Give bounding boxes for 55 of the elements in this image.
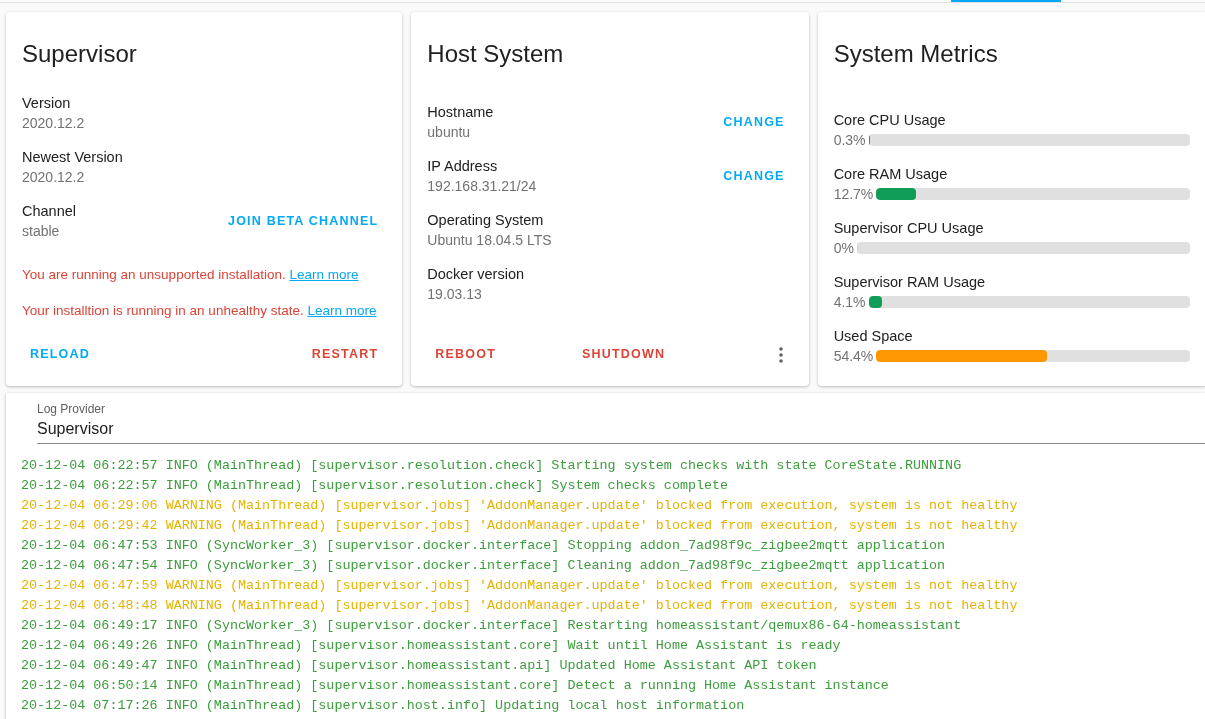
field-value: Ubuntu 18.04.5 LTS xyxy=(427,231,552,250)
metric-label: Used Space xyxy=(833,327,914,346)
log-line: 20-12-04 06:48:48 WARNING (MainThread) [supervisor.jobs] 'AddonManager.update' blocked from execution, system is not healthy xyxy=(21,597,1019,615)
field-value: 2020.12.2 xyxy=(22,114,85,133)
log-line: 20-12-04 06:22:57 INFO (MainThread) [supervisor.resolution.check] Starting system checks with state CoreState.RUNNING xyxy=(21,457,963,475)
text-button[interactable]: RELOAD xyxy=(22,339,98,370)
warning-text: You are running an unsupported installation. xyxy=(22,267,286,282)
text-button[interactable]: CHANGE xyxy=(715,106,793,138)
card-title: Supervisor xyxy=(21,39,138,69)
log-line: 20-12-04 06:47:59 WARNING (MainThread) [supervisor.jobs] 'AddonManager.update' blocked from execution, system is not healthy xyxy=(21,577,1019,595)
log-line: 20-12-04 06:49:47 INFO (MainThread) [supervisor.homeassistant.api] Updated Home Assistant API token xyxy=(21,657,818,675)
field-value: stable xyxy=(22,222,61,241)
field-label: IP Address xyxy=(427,157,499,176)
field-label: Operating System xyxy=(427,211,545,230)
metric-value: 12.7% xyxy=(833,185,874,204)
metric-label: Supervisor CPU Usage xyxy=(833,219,985,238)
field-value: 2020.12.2 xyxy=(22,168,86,187)
text-button[interactable]: REBOOT xyxy=(427,339,504,370)
log-line: 20-12-04 06:50:14 INFO (MainThread) [supervisor.homeassistant.core] Detect a running Home Assistant instance xyxy=(21,677,890,695)
warning-text: Your installtion is running in an unhealthy state. xyxy=(22,303,304,318)
metric-value: 4.1% xyxy=(833,293,866,312)
log-line: 20-12-04 06:29:42 WARNING (MainThread) [supervisor.jobs] 'AddonManager.update' blocked from execution, system is not healthy xyxy=(21,517,1019,535)
learn-more-link[interactable]: Learn more xyxy=(307,303,377,318)
log-provider-select[interactable]: Log Provider Supervisor xyxy=(37,402,1205,444)
log-line: 20-12-04 06:49:17 INFO (SyncWorker_3) [supervisor.docker.interface] Restarting homeassistant/qemux86-64-homeassistant xyxy=(21,617,963,635)
log-line: 20-12-04 06:22:57 INFO (MainThread) [supervisor.resolution.check] System checks complete xyxy=(21,477,730,495)
metric-value: 0.3% xyxy=(833,131,866,150)
card-title: System Metrics xyxy=(832,39,999,69)
metric-value: 54.4% xyxy=(833,347,874,366)
log-line: 20-12-04 06:29:06 WARNING (MainThread) [supervisor.jobs] 'AddonManager.update' blocked from execution, system is not healthy xyxy=(21,497,1019,515)
field-label: Channel xyxy=(22,202,76,221)
select-label: Log Provider xyxy=(37,402,107,416)
more-menu-icon[interactable] xyxy=(778,346,783,363)
field-label: Docker version xyxy=(427,265,524,284)
select-value: Supervisor xyxy=(37,419,115,439)
metric-label: Supervisor RAM Usage xyxy=(833,273,987,292)
text-button[interactable]: RESTART xyxy=(303,339,387,370)
field-label: Version xyxy=(22,94,72,113)
field-value: 19.03.13 xyxy=(427,285,483,304)
log-line: 20-12-04 06:47:53 INFO (SyncWorker_3) [supervisor.docker.interface] Stopping addon_7ad98f9c_zigbee2mqtt application xyxy=(21,537,947,555)
log-line: 20-12-04 06:49:26 INFO (MainThread) [supervisor.homeassistant.core] Wait until Home Assistant is ready xyxy=(21,637,842,655)
field-label: Hostname xyxy=(427,103,494,122)
metric-value: 0% xyxy=(833,239,854,258)
learn-more-link[interactable]: Learn more xyxy=(289,267,359,282)
text-button[interactable]: CHANGE xyxy=(715,160,793,192)
text-button[interactable]: SHUTDOWN xyxy=(574,339,674,370)
log-line: 20-12-04 07:17:26 INFO (MainThread) [supervisor.host.info] Updating local host information xyxy=(21,697,746,715)
text-button[interactable]: JOIN BETA CHANNEL xyxy=(220,205,387,237)
field-value: ubuntu xyxy=(427,123,472,142)
metric-label: Core RAM Usage xyxy=(833,165,949,184)
field-value: 192.168.31.21/24 xyxy=(427,177,537,196)
card-title: Host System xyxy=(426,39,565,69)
metric-label: Core CPU Usage xyxy=(833,111,947,130)
field-label: Newest Version xyxy=(22,148,123,167)
log-line: 20-12-04 06:47:54 INFO (SyncWorker_3) [supervisor.docker.interface] Cleaning addon_7ad98f9c_zigbee2mqtt application xyxy=(21,557,947,575)
